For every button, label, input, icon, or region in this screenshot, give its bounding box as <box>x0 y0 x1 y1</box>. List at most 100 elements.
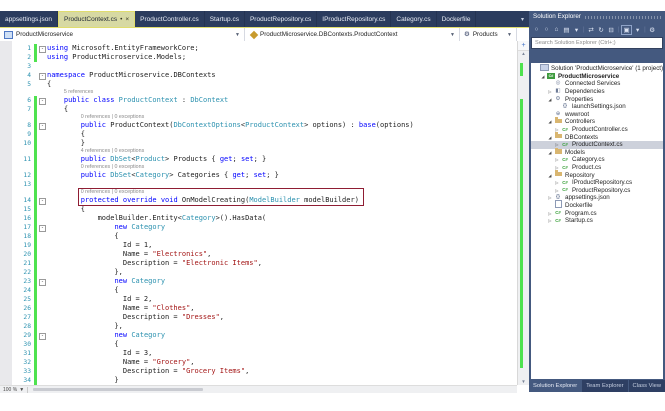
tree-item-productcontext-cs[interactable]: ▷ C# ProductContext.cs <box>531 140 663 149</box>
tree-item-product-cs[interactable]: ▷ C# Product.cs <box>531 164 663 172</box>
collapse-region-icon[interactable]: - <box>39 197 46 205</box>
breakpoint-cell[interactable] <box>0 44 12 53</box>
breakpoint-cell[interactable] <box>0 80 12 89</box>
breakpoint-cell[interactable] <box>0 286 12 295</box>
tab-appsettings-json[interactable]: appsettings.json <box>0 11 58 27</box>
tree-item-iproductrepository-cs[interactable]: ▷ C# IProductRepository.cs <box>531 179 663 187</box>
tree-item-productcontroller-cs[interactable]: ▷ C# ProductController.cs <box>531 126 663 134</box>
tab-iproductrepository-cs[interactable]: IProductRepository.cs <box>317 11 392 27</box>
breakpoint-cell[interactable] <box>0 313 12 322</box>
breakpoint-cell[interactable] <box>0 205 12 214</box>
bottom-tab-solution-explorer[interactable]: Solution Explorer <box>529 380 581 392</box>
breakpoint-cell[interactable] <box>0 340 12 349</box>
tree-item-dependencies[interactable]: ▷ ◧ Dependencies <box>531 88 663 96</box>
breakpoint-cell[interactable] <box>0 232 12 241</box>
show-all-files-icon[interactable]: ▣ <box>621 24 633 35</box>
breakpoint-cell[interactable] <box>0 268 12 277</box>
collapse-region-icon[interactable]: - <box>39 45 46 53</box>
refresh-icon[interactable]: ↻ <box>597 26 606 34</box>
type-dropdown[interactable]: ProductMicroservice.DBContexts.ProductCo… <box>245 28 460 41</box>
tree-item-controllers[interactable]: ◢ Controllers <box>531 117 663 126</box>
scroll-down-arrow-icon[interactable]: ▼ <box>518 379 529 385</box>
breakpoint-cell[interactable] <box>0 105 12 114</box>
tab-productcontext-cs[interactable]: ProductContext.cs • × <box>57 11 136 27</box>
sync-with-active-document-icon[interactable]: ⇄ <box>587 26 596 34</box>
tree-item-appsettings-json[interactable]: ▷{} appsettings.json <box>531 194 663 202</box>
switch-views-icon[interactable]: ▤ <box>562 26 571 34</box>
breakpoint-cell[interactable] <box>0 367 12 376</box>
tree-item-dockerfile[interactable]: Dockerfile <box>531 199 663 210</box>
breakpoint-cell[interactable] <box>0 189 12 196</box>
member-dropdown[interactable]: ⚙ Products ▼ <box>460 28 517 41</box>
breakpoint-cell[interactable] <box>0 349 12 358</box>
breakpoint-cell[interactable] <box>0 331 12 340</box>
codelens-text[interactable]: 5 references <box>47 89 93 96</box>
breakpoint-cell[interactable] <box>0 322 12 331</box>
code-editor[interactable]: 1- using Microsoft.EntityFrameworkCore; 2 u… <box>0 41 517 385</box>
tab-startup-cs[interactable]: Startup.cs <box>205 11 245 27</box>
bottom-tab-class-view[interactable]: Class View <box>628 380 665 392</box>
filter-dropdown-icon[interactable]: ▾ <box>633 26 642 34</box>
tree-item-program-cs[interactable]: ▷ C# Program.cs <box>531 209 663 217</box>
tab-category-cs[interactable]: Category.cs <box>391 11 437 27</box>
tab-productcontroller-cs[interactable]: ProductController.cs <box>135 11 205 27</box>
tree-item-category-cs[interactable]: ▷ C# Category.cs <box>531 156 663 164</box>
breakpoint-cell[interactable] <box>0 214 12 223</box>
collapse-region-icon[interactable]: - <box>39 72 46 80</box>
tree-item-productrepository-cs[interactable]: ▷ C# ProductRepository.cs <box>531 187 663 195</box>
scrollbar-track[interactable] <box>518 57 529 378</box>
tab-dockerfile[interactable]: Dockerfile <box>437 11 477 27</box>
collapse-all-icon[interactable]: ⊟ <box>607 26 616 34</box>
tree-item-repository[interactable]: ◢ Repository <box>531 170 663 179</box>
breakpoint-cell[interactable] <box>0 304 12 313</box>
breakpoint-cell[interactable] <box>0 164 12 171</box>
project-dropdown[interactable]: ProductMicroservice ▼ <box>0 28 245 41</box>
codelens-text[interactable]: 0 references | 0 exceptions <box>47 114 145 121</box>
breakpoint-cell[interactable] <box>0 89 12 96</box>
breakpoint-cell[interactable] <box>0 121 12 130</box>
breakpoint-cell[interactable] <box>0 114 12 121</box>
collapse-region-icon[interactable]: - <box>39 332 46 340</box>
tree-item-productmicroservice[interactable]: ◢ C# ProductMicroservice <box>531 72 663 81</box>
breakpoint-cell[interactable] <box>0 148 12 155</box>
tree-item-launchsettings-json[interactable]: {} launchSettings.json <box>531 103 663 111</box>
search-input[interactable]: Search Solution Explorer (Ctrl+;) <box>531 37 663 49</box>
breakpoint-cell[interactable] <box>0 376 12 385</box>
collapse-region-icon[interactable]: - <box>39 224 46 232</box>
editor-vertical-scrollbar[interactable]: + ▲ ▼ <box>517 41 529 385</box>
breakpoint-cell[interactable] <box>0 196 12 205</box>
breakpoint-cell[interactable] <box>0 223 12 232</box>
breakpoint-cell[interactable] <box>0 250 12 259</box>
tab-overflow-icon[interactable]: ▾ <box>516 16 529 23</box>
breakpoint-cell[interactable] <box>0 277 12 286</box>
bottom-tab-team-explorer[interactable]: Team Explorer <box>582 380 628 392</box>
tree-item-startup-cs[interactable]: ▷ C# Startup.cs <box>531 217 663 225</box>
breakpoint-cell[interactable] <box>0 139 12 148</box>
horizontal-scrollbar-thumb[interactable] <box>33 388 204 391</box>
zoom-control[interactable]: 100 % ▼ <box>0 386 29 393</box>
breakpoint-cell[interactable] <box>0 180 12 189</box>
breakpoint-cell[interactable] <box>0 130 12 139</box>
codelens-text[interactable]: 0 references | 0 exceptions <box>47 189 145 196</box>
breakpoint-cell[interactable] <box>0 71 12 80</box>
split-window-button[interactable]: + <box>518 41 529 51</box>
breakpoint-cell[interactable] <box>0 259 12 268</box>
pin-icon[interactable]: • <box>120 16 122 23</box>
tree-item-models[interactable]: ◢ Models <box>531 147 663 157</box>
breakpoint-cell[interactable] <box>0 96 12 105</box>
codelens-text[interactable]: 0 references | 0 exceptions <box>47 164 145 171</box>
tree-item-wwwroot[interactable]: ⊕ wwwroot <box>531 111 663 119</box>
breakpoint-cell[interactable] <box>0 53 12 62</box>
forward-icon[interactable]: ○ <box>542 26 551 33</box>
tree-item-properties[interactable]: ◢ ⚙ Properties <box>531 95 663 103</box>
collapse-region-icon[interactable]: - <box>39 278 46 286</box>
collapse-region-icon[interactable]: - <box>39 97 46 105</box>
close-icon[interactable]: × <box>125 16 129 23</box>
back-icon[interactable]: ○ <box>532 26 541 33</box>
tree-item-solution-productmicroservice-1-project-[interactable]: Solution 'ProductMicroservice' (1 projec… <box>531 63 663 73</box>
breakpoint-cell[interactable] <box>0 241 12 250</box>
codelens-text[interactable]: 4 references | 0 exceptions <box>47 148 145 155</box>
breakpoint-cell[interactable] <box>0 62 12 71</box>
home-icon[interactable]: ⌂ <box>552 26 561 33</box>
tab-productrepository-cs[interactable]: ProductRepository.cs <box>245 11 318 27</box>
